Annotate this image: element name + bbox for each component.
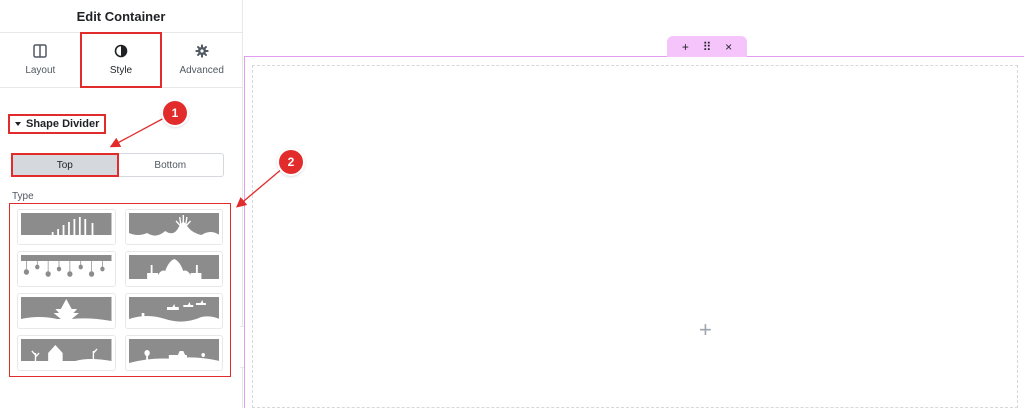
gear-icon — [195, 44, 209, 58]
shape-option-lanterns[interactable] — [17, 251, 116, 287]
container-drop-area[interactable] — [252, 65, 1018, 408]
shape-option-bars[interactable] — [17, 209, 116, 245]
section-title-label: Shape Divider — [26, 118, 100, 130]
tab-advanced[interactable]: Advanced — [161, 33, 242, 87]
top-button[interactable]: Top — [11, 153, 119, 177]
shape-option-haunted-house[interactable] — [17, 335, 116, 371]
editor-canvas: + ⠿ × + — [244, 0, 1024, 408]
panel-title: Edit Container — [0, 0, 242, 33]
shape-divider-section-toggle[interactable]: Shape Divider — [8, 114, 107, 134]
tab-style[interactable]: Style — [79, 32, 163, 88]
fountain-shape-icon — [128, 213, 219, 241]
haunted-house-shape-icon — [21, 339, 112, 367]
shape-option-reindeer-sleigh[interactable] — [124, 293, 223, 329]
lanterns-shape-icon — [21, 255, 112, 283]
tab-style-label: Style — [109, 65, 133, 76]
panel-tabs: Layout Style Advanced — [0, 32, 242, 88]
bottom-button[interactable]: Bottom — [118, 154, 224, 176]
reindeer-sleigh-shape-icon — [128, 297, 219, 325]
layout-icon — [33, 44, 48, 58]
landscape-shape-icon — [128, 339, 219, 367]
container-handle: + ⠿ × — [667, 36, 747, 57]
annotation-marker-1: 1 — [163, 101, 187, 125]
shape-option-fountain[interactable] — [124, 209, 223, 245]
tab-advanced-label: Advanced — [179, 65, 224, 76]
close-icon[interactable]: × — [725, 40, 732, 54]
shape-option-landscape[interactable] — [124, 335, 223, 371]
shape-option-christmas-tree[interactable] — [17, 293, 116, 329]
drag-handle-icon[interactable]: ⠿ — [703, 40, 712, 54]
shape-type-grid — [9, 203, 231, 377]
christmas-tree-shape-icon — [21, 297, 112, 325]
annotation-marker-2: 2 — [279, 150, 303, 174]
tab-layout-label: Layout — [25, 65, 56, 76]
add-element-icon[interactable]: + — [682, 40, 689, 54]
type-label: Type — [12, 191, 34, 202]
editor-panel: Edit Container Layout Style Advanced Sha… — [0, 0, 243, 408]
contrast-icon — [114, 44, 128, 58]
caret-down-icon — [15, 122, 21, 126]
shape-option-mosque[interactable] — [124, 251, 223, 287]
mosque-shape-icon — [128, 255, 219, 283]
bars-shape-icon — [21, 213, 112, 241]
position-toggle: Top Bottom — [11, 153, 224, 177]
add-widget-icon[interactable]: + — [699, 317, 712, 343]
tab-layout[interactable]: Layout — [0, 33, 81, 87]
